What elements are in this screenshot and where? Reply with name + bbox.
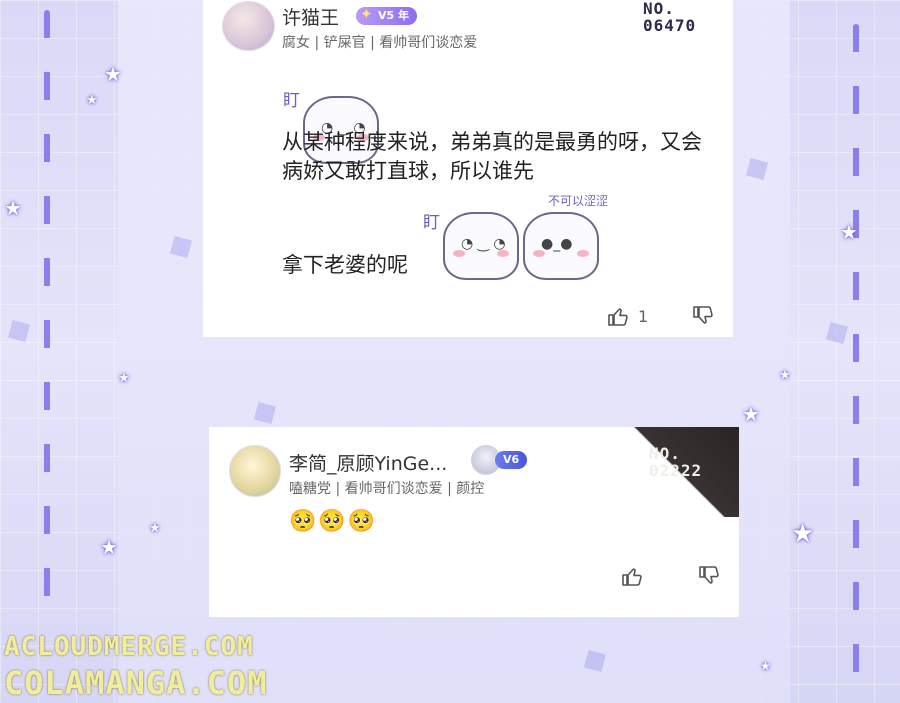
star-icon: ★ (779, 368, 791, 383)
fan-number-badge: NO. 02222 (649, 444, 703, 480)
star-icon: ★ (86, 93, 98, 108)
sticker-blush (497, 250, 509, 257)
watermark-line-2: COLAMANGA.COM (4, 664, 268, 702)
avatar[interactable] (229, 445, 281, 497)
vip-badge: V6 (495, 451, 528, 469)
star-icon: ★ (760, 659, 771, 673)
sticker-label: 不可以涩涩 (548, 194, 609, 208)
sticker-blush (533, 250, 545, 257)
sticker-face: ●_● (541, 236, 573, 252)
comment-text-end: 拿下老婆的呢 (282, 253, 408, 277)
like-count: 1 (638, 307, 649, 326)
comment-emoji-text: 🥺🥺🥺 (289, 509, 378, 534)
comment-card: 许猫王 ✦ V5 年 腐女 | 铲屎官 | 看帅哥们谈恋爱 NO. 06470 … (203, 0, 733, 337)
sticker-label: 盯 (283, 91, 300, 111)
star-icon: ★ (791, 519, 815, 549)
star-icon: ★ (100, 535, 118, 559)
comment-text: 从某种程度来说，弟弟真的是最勇的呀，又会病娇又敢打直球，所以谁先 (282, 130, 702, 183)
watermark-line-1: ACLOUDMERGE.COM (4, 632, 254, 662)
username[interactable]: 许猫王 (282, 3, 339, 30)
username[interactable]: 李简_原顾YinGe... (289, 449, 447, 476)
comment-card: 李简_原顾YinGe... V6 嗑糖党 | 看帅哥们谈恋爱 | 颜控 NO. … (209, 427, 739, 617)
user-tags: 嗑糖党 | 看帅哥们谈恋爱 | 颜控 (289, 481, 485, 497)
right-dash-bar (853, 24, 859, 684)
thumbs-down-icon[interactable] (691, 304, 715, 328)
star-icon: ★ (742, 402, 760, 426)
star-icon: ★ (104, 62, 122, 86)
crown-icon: ✦ (360, 5, 373, 23)
sticker-label: 盯 (423, 213, 440, 233)
star-icon: ★ (118, 371, 130, 386)
sticker-image: ●_● (523, 212, 599, 280)
user-tags: 腐女 | 铲屎官 | 看帅哥们谈恋爱 (282, 35, 478, 51)
sticker-blush (577, 250, 589, 257)
fan-number-badge: NO. 06470 (643, 0, 697, 35)
star-icon: ★ (149, 521, 161, 536)
star-icon: ★ (4, 196, 22, 220)
vip-label: V5 年 (378, 9, 409, 22)
left-dash-bar (44, 10, 50, 610)
star-icon: ★ (840, 220, 858, 244)
thumbs-up-icon[interactable] (606, 304, 630, 328)
thumbs-down-icon[interactable] (697, 564, 721, 588)
thumbs-up-icon[interactable] (620, 564, 644, 588)
avatar[interactable] (222, 1, 275, 51)
vip-badge: ✦ V5 年 (356, 5, 417, 25)
vip-label: V6 (503, 453, 520, 466)
